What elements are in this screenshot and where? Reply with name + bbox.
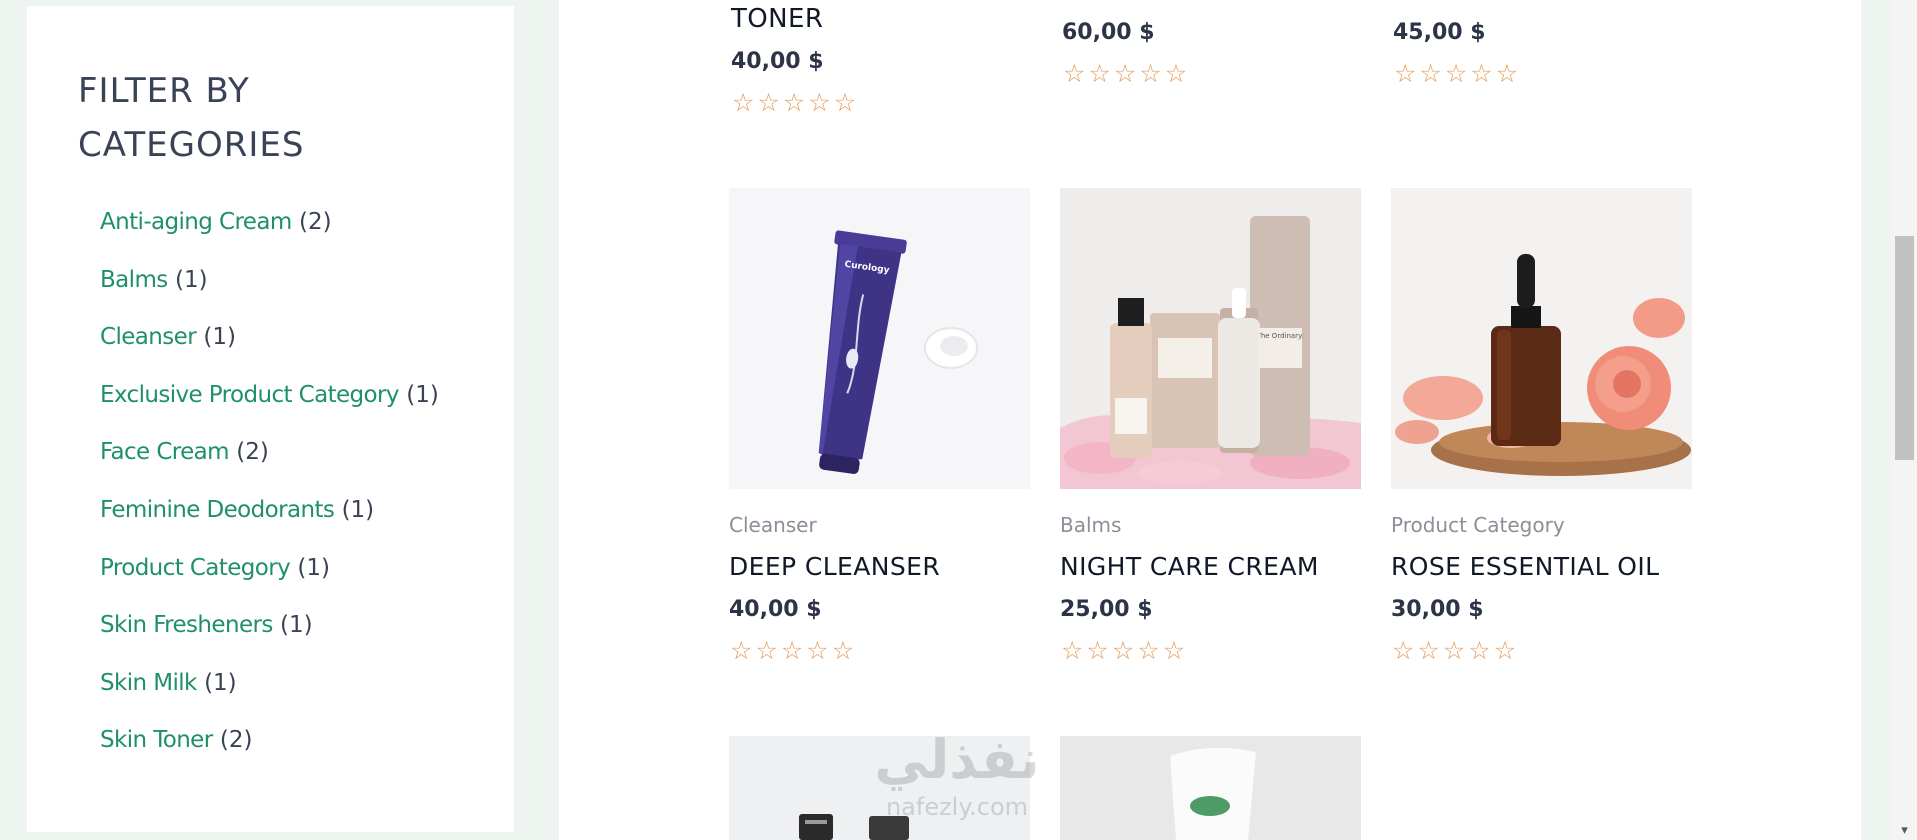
rating-stars: ☆ ☆ ☆ ☆ ☆	[1392, 638, 1516, 663]
category-item: Cleanser (1)	[100, 315, 439, 373]
category-list: Anti-aging Cream (2) Balms (1) Cleanser …	[100, 200, 439, 776]
category-count: (2)	[236, 439, 269, 466]
category-count: (1)	[204, 669, 237, 696]
category-item: Skin Fresheners (1)	[100, 603, 439, 661]
product-price: 60,00 $	[1062, 20, 1155, 45]
star-outline-icon: ☆	[1417, 636, 1440, 665]
page-scrollbar[interactable]: ▾	[1892, 0, 1917, 840]
category-item: Product Category (1)	[100, 546, 439, 604]
product-title[interactable]: TONER	[731, 4, 823, 34]
rating-stars: ☆ ☆ ☆ ☆ ☆	[1394, 61, 1518, 86]
star-outline-icon: ☆	[780, 636, 804, 665]
product-image-razor[interactable]	[729, 736, 1030, 840]
rating-stars: ☆ ☆ ☆ ☆ ☆	[1061, 638, 1185, 663]
scrollbar-thumb[interactable]	[1895, 236, 1914, 460]
star-outline-icon: ☆	[1394, 59, 1417, 88]
category-link[interactable]: Face Cream	[100, 439, 230, 465]
star-outline-icon: ☆	[1495, 59, 1519, 88]
rating-stars: ☆ ☆ ☆ ☆ ☆	[1063, 61, 1187, 86]
rating-stars: ☆ ☆ ☆ ☆ ☆	[732, 90, 856, 115]
star-outline-icon: ☆	[1468, 636, 1491, 665]
star-outline-icon: ☆	[732, 88, 755, 117]
category-link[interactable]: Anti-aging Cream	[100, 209, 292, 235]
category-item: Exclusive Product Category (1)	[100, 373, 439, 431]
category-count: (1)	[341, 496, 375, 523]
filter-title: FILTER BY CATEGORIES	[78, 71, 305, 165]
product-category[interactable]: Cleanser	[729, 513, 817, 537]
product-card-deep-cleanser[interactable]: Curology Cleanser DEEP CLEANSER 40,00 $ …	[729, 188, 1030, 663]
star-outline-icon: ☆	[808, 88, 831, 117]
star-outline-icon: ☆	[1113, 59, 1137, 88]
star-outline-icon: ☆	[1139, 59, 1162, 88]
category-count: (1)	[297, 554, 331, 581]
star-outline-icon: ☆	[1392, 636, 1415, 665]
category-item: Balms (1)	[100, 258, 439, 316]
product-title[interactable]: ROSE ESSENTIAL OIL	[1391, 552, 1660, 581]
category-item: Feminine Deodorants (1)	[100, 488, 439, 546]
category-count: (2)	[219, 727, 253, 754]
star-outline-icon: ☆	[730, 636, 753, 665]
category-link[interactable]: Balms	[100, 267, 168, 293]
star-outline-icon: ☆	[806, 636, 829, 665]
product-title[interactable]: NIGHT CARE CREAM	[1060, 552, 1319, 581]
product-price: 40,00 $	[729, 597, 822, 622]
product-grid: TONER 40,00 $ ☆ ☆ ☆ ☆ ☆ 60,00 $ ☆ ☆ ☆ ☆ ☆ 45,00 …	[559, 0, 1861, 840]
category-item: Anti-aging Cream (2)	[100, 200, 439, 258]
product-price: 45,00 $	[1393, 20, 1486, 45]
star-outline-icon: ☆	[1063, 59, 1086, 88]
star-outline-icon: ☆	[833, 88, 857, 117]
category-item: Face Cream (2)	[100, 430, 439, 488]
star-outline-icon: ☆	[1111, 636, 1135, 665]
product-price: 40,00 $	[731, 49, 824, 74]
product-category[interactable]: Product Category	[1391, 513, 1565, 537]
category-link[interactable]: Exclusive Product Category	[100, 382, 400, 408]
category-link[interactable]: Feminine Deodorants	[100, 497, 335, 523]
product-card-cream-tube[interactable]	[1060, 736, 1361, 840]
category-count: (2)	[298, 209, 332, 235]
star-outline-icon: ☆	[1442, 636, 1466, 665]
product-title[interactable]: DEEP CLEANSER	[729, 552, 940, 581]
category-item: Skin Toner (2)	[100, 718, 439, 776]
star-outline-icon: ☆	[755, 636, 778, 665]
category-link[interactable]: Skin Toner	[100, 727, 213, 753]
star-outline-icon: ☆	[1137, 636, 1160, 665]
rating-stars: ☆ ☆ ☆ ☆ ☆	[730, 638, 854, 663]
star-outline-icon: ☆	[1470, 59, 1493, 88]
star-outline-icon: ☆	[1088, 59, 1111, 88]
bottle-brand-label: The Ordinary.	[1256, 332, 1304, 340]
category-count: (1)	[203, 324, 236, 351]
star-outline-icon: ☆	[1493, 636, 1517, 665]
product-card-razor[interactable]	[729, 736, 1030, 840]
star-outline-icon: ☆	[1444, 59, 1468, 88]
star-outline-icon: ☆	[1061, 636, 1084, 665]
category-count: (1)	[280, 612, 313, 639]
star-outline-icon: ☆	[831, 636, 855, 665]
chevron-down-icon[interactable]: ▾	[1897, 823, 1912, 838]
filter-sidebar: FILTER BY CATEGORIES Anti-aging Cream (2…	[27, 6, 514, 832]
category-item: Skin Milk (1)	[100, 661, 439, 719]
star-outline-icon: ☆	[757, 88, 780, 117]
star-outline-icon: ☆	[1419, 59, 1442, 88]
product-card-rose-essential-oil[interactable]: Product Category ROSE ESSENTIAL OIL 30,0…	[1391, 188, 1692, 663]
product-image-cream-tube[interactable]	[1060, 736, 1361, 840]
product-price: 30,00 $	[1391, 597, 1484, 622]
star-outline-icon: ☆	[1162, 636, 1186, 665]
category-count: (1)	[406, 381, 439, 408]
star-outline-icon: ☆	[1164, 59, 1188, 88]
product-image-tube[interactable]: Curology	[729, 188, 1030, 489]
category-link[interactable]: Skin Fresheners	[100, 612, 273, 638]
star-outline-icon: ☆	[782, 88, 806, 117]
category-count: (1)	[174, 266, 208, 293]
product-image-rose-oil[interactable]	[1391, 188, 1692, 489]
product-card-night-care-cream[interactable]: The Ordinary. Balms NIGHT CARE CREAM 25,…	[1060, 188, 1361, 663]
star-outline-icon: ☆	[1086, 636, 1109, 665]
category-link[interactable]: Skin Milk	[100, 670, 197, 696]
category-link[interactable]: Product Category	[100, 555, 291, 581]
product-price: 25,00 $	[1060, 597, 1153, 622]
product-image-bottles[interactable]: The Ordinary.	[1060, 188, 1361, 489]
category-link[interactable]: Cleanser	[100, 324, 197, 350]
product-category[interactable]: Balms	[1060, 513, 1121, 537]
